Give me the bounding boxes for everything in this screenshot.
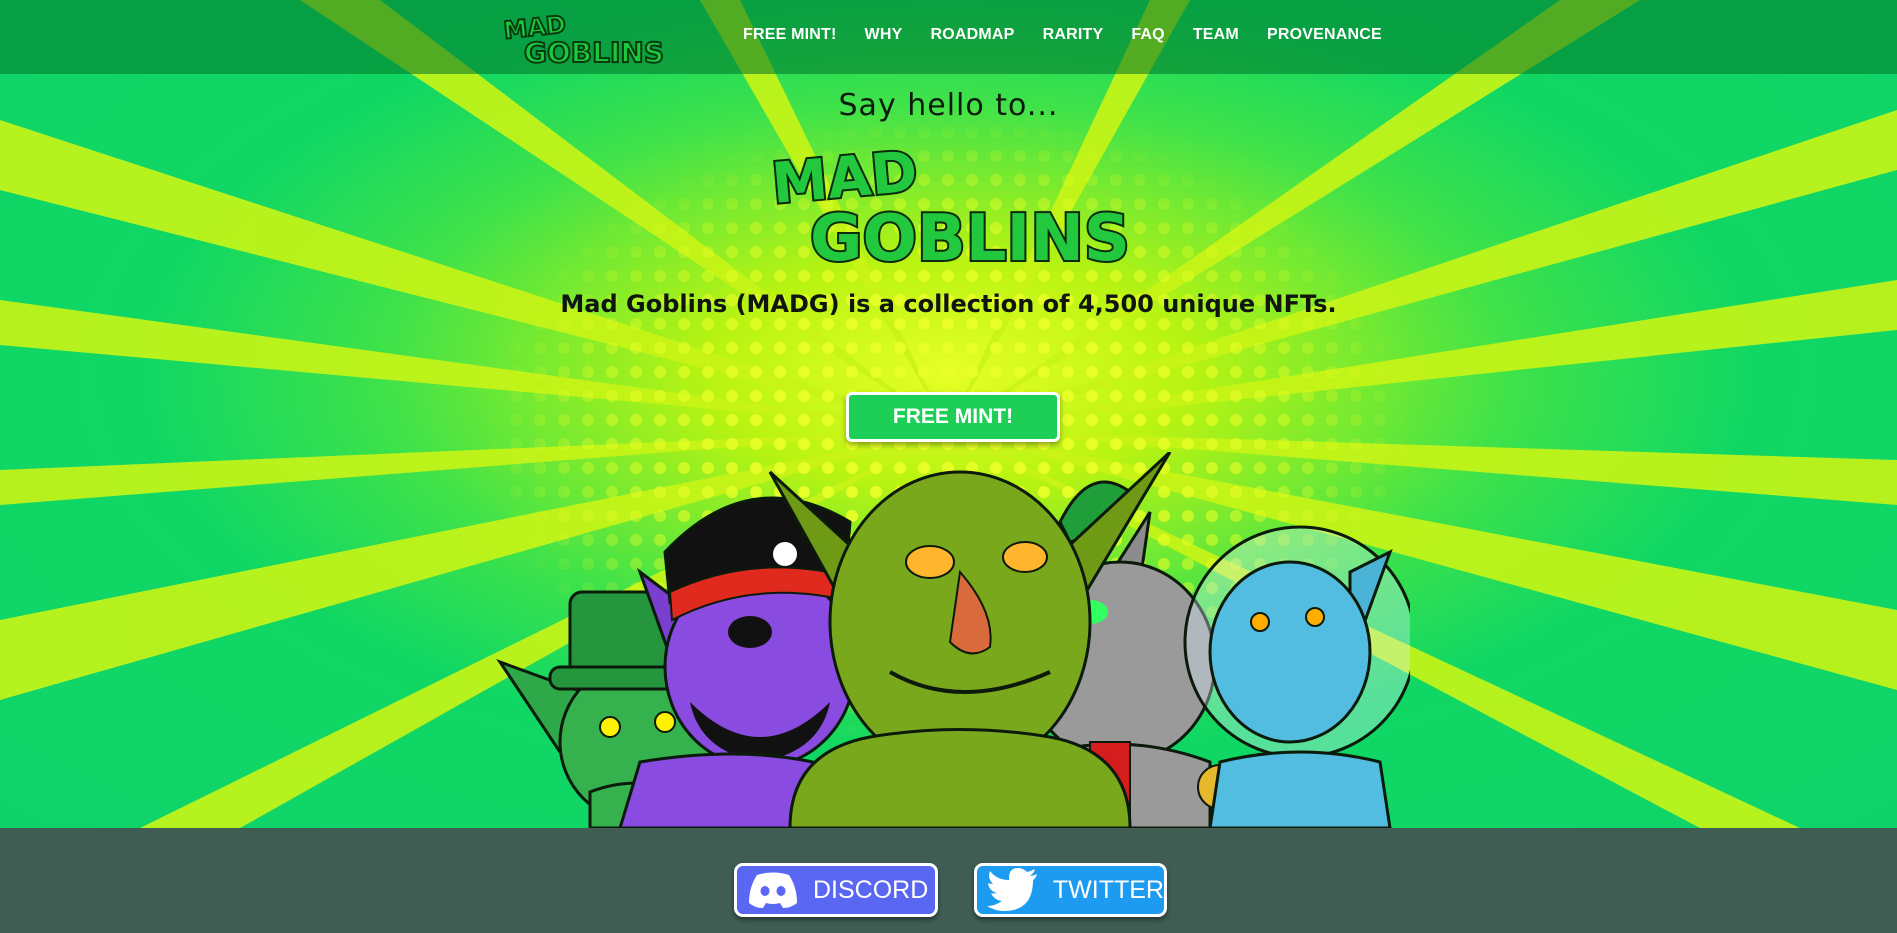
twitter-button[interactable]: TWITTER xyxy=(974,863,1167,917)
nav-links: FREE MINT! WHY ROADMAP RARITY FAQ TEAM P… xyxy=(743,26,1410,44)
nav-link-roadmap[interactable]: ROADMAP xyxy=(930,26,1014,44)
nav-link-rarity[interactable]: RARITY xyxy=(1043,26,1104,44)
twitter-icon xyxy=(985,867,1041,913)
svg-text:GOBLINS: GOBLINS xyxy=(524,36,664,68)
discord-icon xyxy=(745,867,801,913)
svg-text:GOBLINS: GOBLINS xyxy=(810,202,1130,270)
twitter-label: TWITTER xyxy=(1052,875,1164,904)
discord-button[interactable]: DISCORD xyxy=(734,863,938,917)
discord-label: DISCORD xyxy=(813,875,929,904)
hero-greeting: Say hello to... xyxy=(838,88,1059,123)
hero-section: MAD GOBLINS FREE MINT! WHY ROADMAP RARIT… xyxy=(0,0,1897,828)
goblin-characters-illustration xyxy=(496,452,1410,828)
nav-link-team[interactable]: TEAM xyxy=(1193,26,1239,44)
nav-link-provenance[interactable]: PROVENANCE xyxy=(1267,26,1382,44)
hero-tagline: Mad Goblins (MADG) is a collection of 4,… xyxy=(560,290,1337,318)
nav-link-faq[interactable]: FAQ xyxy=(1131,26,1165,44)
nav-link-free-mint[interactable]: FREE MINT! xyxy=(743,26,837,44)
top-navbar: MAD GOBLINS FREE MINT! WHY ROADMAP RARIT… xyxy=(0,0,1897,74)
nav-link-why[interactable]: WHY xyxy=(865,26,903,44)
nav-logo[interactable]: MAD GOBLINS xyxy=(490,8,686,68)
hero-logo: MAD GOBLINS xyxy=(767,140,1132,270)
astronaut-goblin xyxy=(1183,525,1410,828)
free-mint-button[interactable]: FREE MINT! xyxy=(846,392,1060,442)
